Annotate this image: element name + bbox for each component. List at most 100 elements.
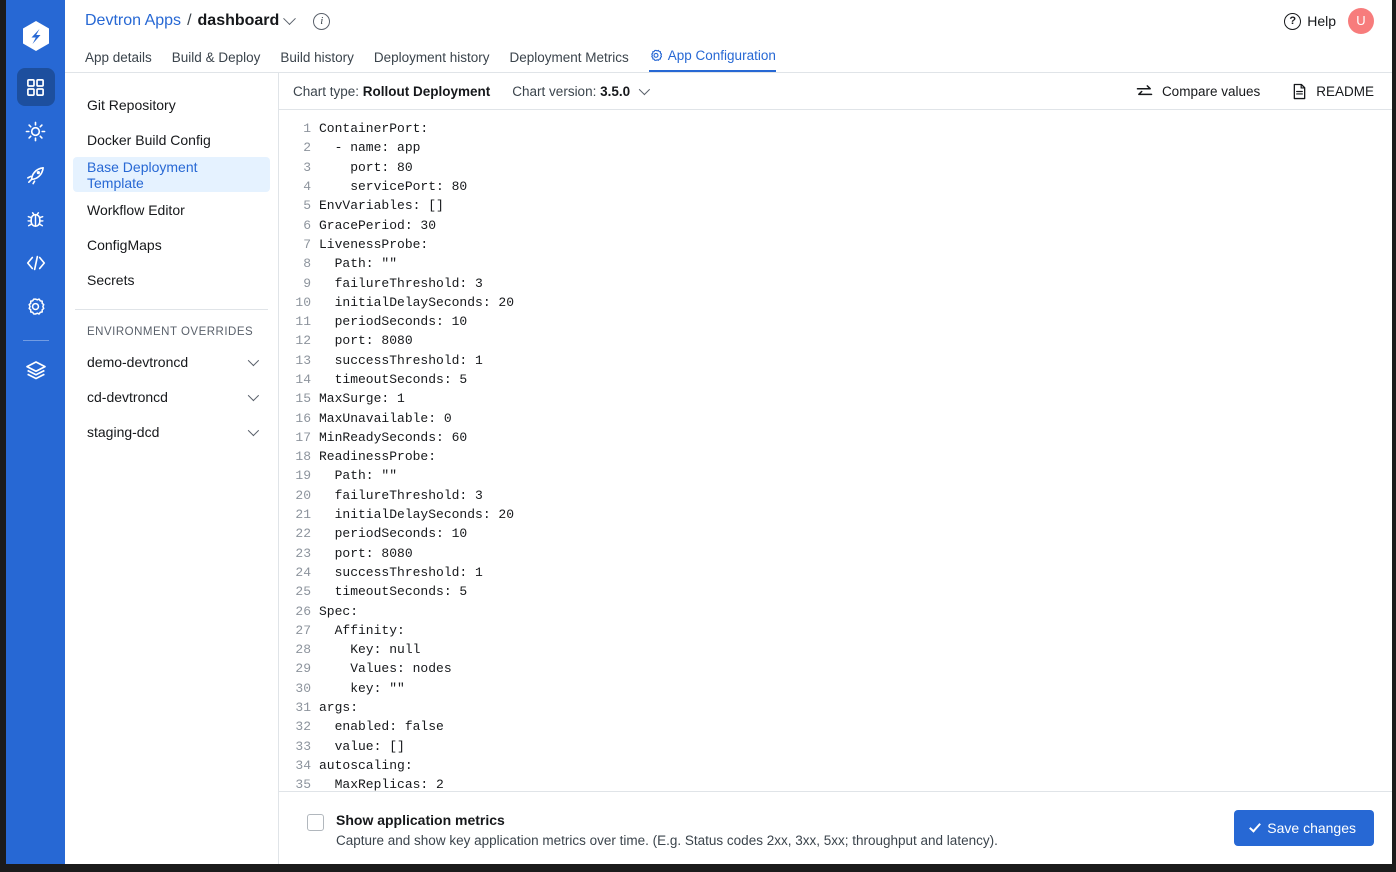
sidebar-item-label: Git Repository	[87, 96, 176, 113]
code-icon	[26, 255, 45, 271]
code-text: GracePeriod: 30	[319, 217, 437, 233]
rail-item-deployment-groups[interactable]	[17, 156, 55, 194]
line-number: 25	[295, 584, 311, 600]
chevron-down-icon	[247, 424, 260, 436]
code-text: Path: ""	[319, 468, 398, 484]
line-number: 11	[295, 314, 311, 330]
sidebar-item-configmaps[interactable]: ConfigMaps	[73, 227, 270, 262]
top-bar-actions: ? Help U	[1284, 8, 1374, 34]
code-text: initialDelaySeconds: 20	[319, 507, 515, 523]
app-tabs: App details Build & Deploy Build history…	[65, 42, 1392, 73]
tab-label: Build history	[280, 50, 354, 65]
code-line: 12 port: 8080	[279, 331, 1392, 350]
breadcrumb-separator: /	[187, 12, 192, 29]
tab-build-and-deploy[interactable]: Build & Deploy	[172, 50, 261, 72]
line-number: 3	[303, 159, 311, 175]
code-text: - name: app	[319, 140, 421, 156]
sidebar-item-base-deployment-template[interactable]: Base Deployment Template	[73, 157, 270, 192]
code-text: Spec:	[319, 603, 359, 619]
code-text: enabled: false	[319, 719, 444, 735]
rail-item-global-configurations[interactable]	[17, 288, 55, 326]
tab-deployment-history[interactable]: Deployment history	[374, 50, 490, 72]
code-line: 4 servicePort: 80	[279, 177, 1392, 196]
sidebar-item-workflow-editor[interactable]: Workflow Editor	[73, 192, 270, 227]
rail-item-chart-store[interactable]	[17, 112, 55, 150]
code-line: 1 ContainerPort:	[279, 119, 1392, 138]
page-body: Git Repository Docker Build Config Base …	[65, 73, 1392, 864]
tab-app-configuration[interactable]: App Configuration	[648, 48, 776, 72]
line-number: 23	[295, 545, 311, 561]
rail-item-stack-manager[interactable]	[17, 351, 55, 389]
app-window: Devtron Apps / dashboard i ? Help U App …	[0, 0, 1396, 872]
code-line: 19 Path: ""	[279, 466, 1392, 485]
show-application-metrics-checkbox[interactable]	[307, 814, 324, 831]
sidebar-item-git-repository[interactable]: Git Repository	[73, 87, 270, 122]
tab-app-details[interactable]: App details	[85, 50, 152, 72]
code-line: 13 successThreshold: 1	[279, 351, 1392, 370]
rail-divider	[22, 340, 49, 341]
rail-items	[6, 68, 65, 395]
code-text: failureThreshold: 3	[319, 275, 483, 291]
save-changes-button[interactable]: Save changes	[1234, 810, 1374, 846]
gear-icon	[28, 297, 45, 315]
main-page: Devtron Apps / dashboard i ? Help U App …	[65, 0, 1392, 864]
tab-label: App Configuration	[667, 48, 776, 63]
rail-item-applications[interactable]	[16, 68, 55, 106]
code-text: Key: null	[319, 642, 421, 658]
sidebar-item-docker-build-config[interactable]: Docker Build Config	[73, 122, 270, 157]
chart-type-value: Rollout Deployment	[362, 83, 491, 99]
code-line: 6 GracePeriod: 30	[279, 215, 1392, 234]
devtron-logo[interactable]	[18, 18, 54, 54]
line-number: 2	[303, 140, 311, 156]
line-number: 15	[295, 391, 311, 407]
compare-values-button[interactable]: Compare values	[1136, 84, 1260, 99]
line-number: 19	[295, 468, 311, 484]
sidebar-item-secrets[interactable]: Secrets	[73, 262, 270, 297]
chart-version-selector[interactable]: Chart version: 3.5.0	[512, 84, 651, 99]
sidebar-env-staging-dcd[interactable]: staging-dcd	[73, 414, 270, 449]
code-line: 7 LivenessProbe:	[279, 235, 1392, 254]
code-text: Values: nodes	[319, 661, 452, 677]
line-number: 34	[295, 757, 311, 773]
rail-item-bulk-edit[interactable]	[17, 244, 55, 282]
line-number: 21	[295, 507, 311, 523]
code-line: 9 failureThreshold: 3	[279, 273, 1392, 292]
code-line: 35 MaxReplicas: 2	[279, 775, 1392, 791]
line-number: 1	[303, 121, 311, 137]
code-text: EnvVariables: []	[319, 198, 444, 214]
code-text: timeoutSeconds: 5	[319, 372, 468, 387]
code-line: 15 MaxSurge: 1	[279, 389, 1392, 408]
code-text: LivenessProbe:	[319, 236, 429, 252]
help-button[interactable]: ? Help	[1284, 12, 1336, 30]
breadcrumb-root-link[interactable]: Devtron Apps	[85, 12, 181, 30]
rail-item-security[interactable]	[17, 200, 55, 238]
tab-deployment-metrics[interactable]: Deployment Metrics	[509, 50, 628, 72]
sidebar-env-cd-devtroncd[interactable]: cd-devtroncd	[73, 379, 270, 414]
code-text: successThreshold: 1	[319, 352, 483, 368]
code-line: 30 key: ""	[279, 679, 1392, 698]
avatar[interactable]: U	[1348, 8, 1374, 34]
tab-label: Deployment Metrics	[509, 50, 629, 65]
line-number: 8	[303, 256, 311, 272]
readme-button[interactable]: README	[1292, 83, 1374, 100]
yaml-editor[interactable]: 1 ContainerPort: 2 - name: app 3 port: 80 4 …	[279, 110, 1392, 792]
info-icon[interactable]: i	[313, 12, 331, 30]
config-content: Chart type: Rollout Deployment Chart ver…	[279, 73, 1392, 864]
compare-arrows-icon	[1136, 84, 1153, 95]
top-bar: Devtron Apps / dashboard i ? Help U	[65, 0, 1392, 42]
code-text: port: 8080	[319, 545, 413, 561]
sidebar-section-title: ENVIRONMENT OVERRIDES	[87, 326, 254, 338]
bug-icon	[27, 211, 44, 227]
line-number: 10	[295, 294, 311, 310]
sidebar-env-demo-devtroncd[interactable]: demo-devtroncd	[73, 344, 270, 379]
chevron-down-icon[interactable]	[283, 11, 297, 25]
code-text: ReadinessProbe:	[319, 449, 437, 465]
tab-build-history[interactable]: Build history	[280, 50, 354, 72]
grid-apps-icon	[27, 78, 44, 96]
line-number: 6	[303, 217, 311, 233]
line-number: 4	[303, 179, 311, 195]
sidebar-env-label: cd-devtroncd	[87, 388, 168, 405]
code-text: Affinity:	[319, 622, 405, 638]
line-number: 22	[295, 526, 311, 542]
line-number: 27	[295, 622, 311, 638]
